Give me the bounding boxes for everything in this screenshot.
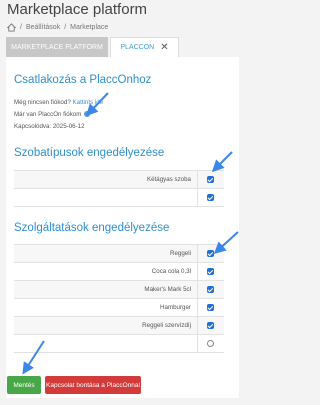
table-row: Kétágyas szoba (14, 171, 224, 189)
page-title: Marketplace platform (7, 1, 148, 18)
service-label: Hamburger (160, 304, 191, 311)
service-checkbox[interactable] (207, 286, 214, 293)
table-row (14, 189, 224, 207)
tab-placcon[interactable]: PLACCON ✕ (110, 37, 179, 57)
room-type-label: Kétágyas szoba (146, 176, 191, 183)
register-link[interactable]: Kattints ide (73, 99, 104, 106)
table-row (14, 335, 224, 353)
table-row: Hamburger (14, 299, 224, 317)
table-row: Reggeli (14, 245, 224, 263)
no-account-line: Még nincsen fiókod? Kattints ide (14, 99, 103, 106)
connect-heading: Csatlakozás a PlaccOnhoz (14, 74, 152, 86)
breadcrumb: / Beállítások / Marketplace (7, 21, 108, 33)
home-icon[interactable] (7, 22, 16, 32)
breadcrumb-item-marketplace[interactable]: Marketplace (70, 24, 108, 31)
connected-since: Kapcsolódva: 2025-06-12 (14, 123, 85, 130)
save-button[interactable]: Mentés (7, 376, 41, 394)
services-table: Reggeli Coca cola 0,3l Maker's Mark 5cl … (14, 244, 224, 353)
no-account-text: Még nincsen fiókod? (14, 99, 71, 106)
placcon-panel: Csatlakozás a PlaccOnhoz Még nincsen fió… (6, 57, 239, 398)
room-type-checkbox[interactable] (207, 194, 214, 201)
services-heading: Szolgáltatások engedélyezése (14, 222, 170, 234)
breadcrumb-separator: / (64, 23, 67, 31)
close-icon[interactable]: ✕ (160, 42, 168, 53)
table-row: Maker's Mark 5cl (14, 281, 224, 299)
service-checkbox[interactable] (207, 322, 214, 329)
room-type-checkbox[interactable] (207, 176, 214, 183)
service-label: Maker's Mark 5cl (144, 286, 191, 293)
room-types-heading: Szobatípusok engedélyezése (14, 147, 165, 159)
service-checkbox[interactable] (207, 304, 214, 311)
service-checkbox[interactable] (207, 268, 214, 275)
breadcrumb-item-settings[interactable]: Beállítások (26, 24, 60, 31)
service-label: Reggeli (170, 250, 191, 257)
table-row: Coca cola 0,3l (14, 263, 224, 281)
tab-marketplace-platform[interactable]: MARKETPLACE PLATFORM (6, 37, 108, 57)
room-types-table: Kétágyas szoba (14, 170, 224, 207)
has-account-text: Már van PlaccOn fiókom (14, 111, 82, 118)
service-radio[interactable] (207, 340, 214, 347)
info-icon[interactable] (84, 111, 91, 117)
tab-placcon-label: PLACCON (120, 44, 155, 51)
service-label: Coca cola 0,3l (151, 268, 191, 275)
breadcrumb-separator: / (20, 23, 22, 31)
table-row: Reggeli szervízdíj (14, 317, 224, 335)
service-checkbox[interactable] (207, 250, 214, 257)
disconnect-button[interactable]: Kapcsolat bontása a PlaccOnnal (45, 376, 141, 394)
tab-bar: MARKETPLACE PLATFORM PLACCON ✕ (6, 37, 239, 58)
has-account-line: Már van PlaccOn fiókom (14, 111, 91, 118)
service-label: Reggeli szervízdíj (142, 322, 191, 329)
